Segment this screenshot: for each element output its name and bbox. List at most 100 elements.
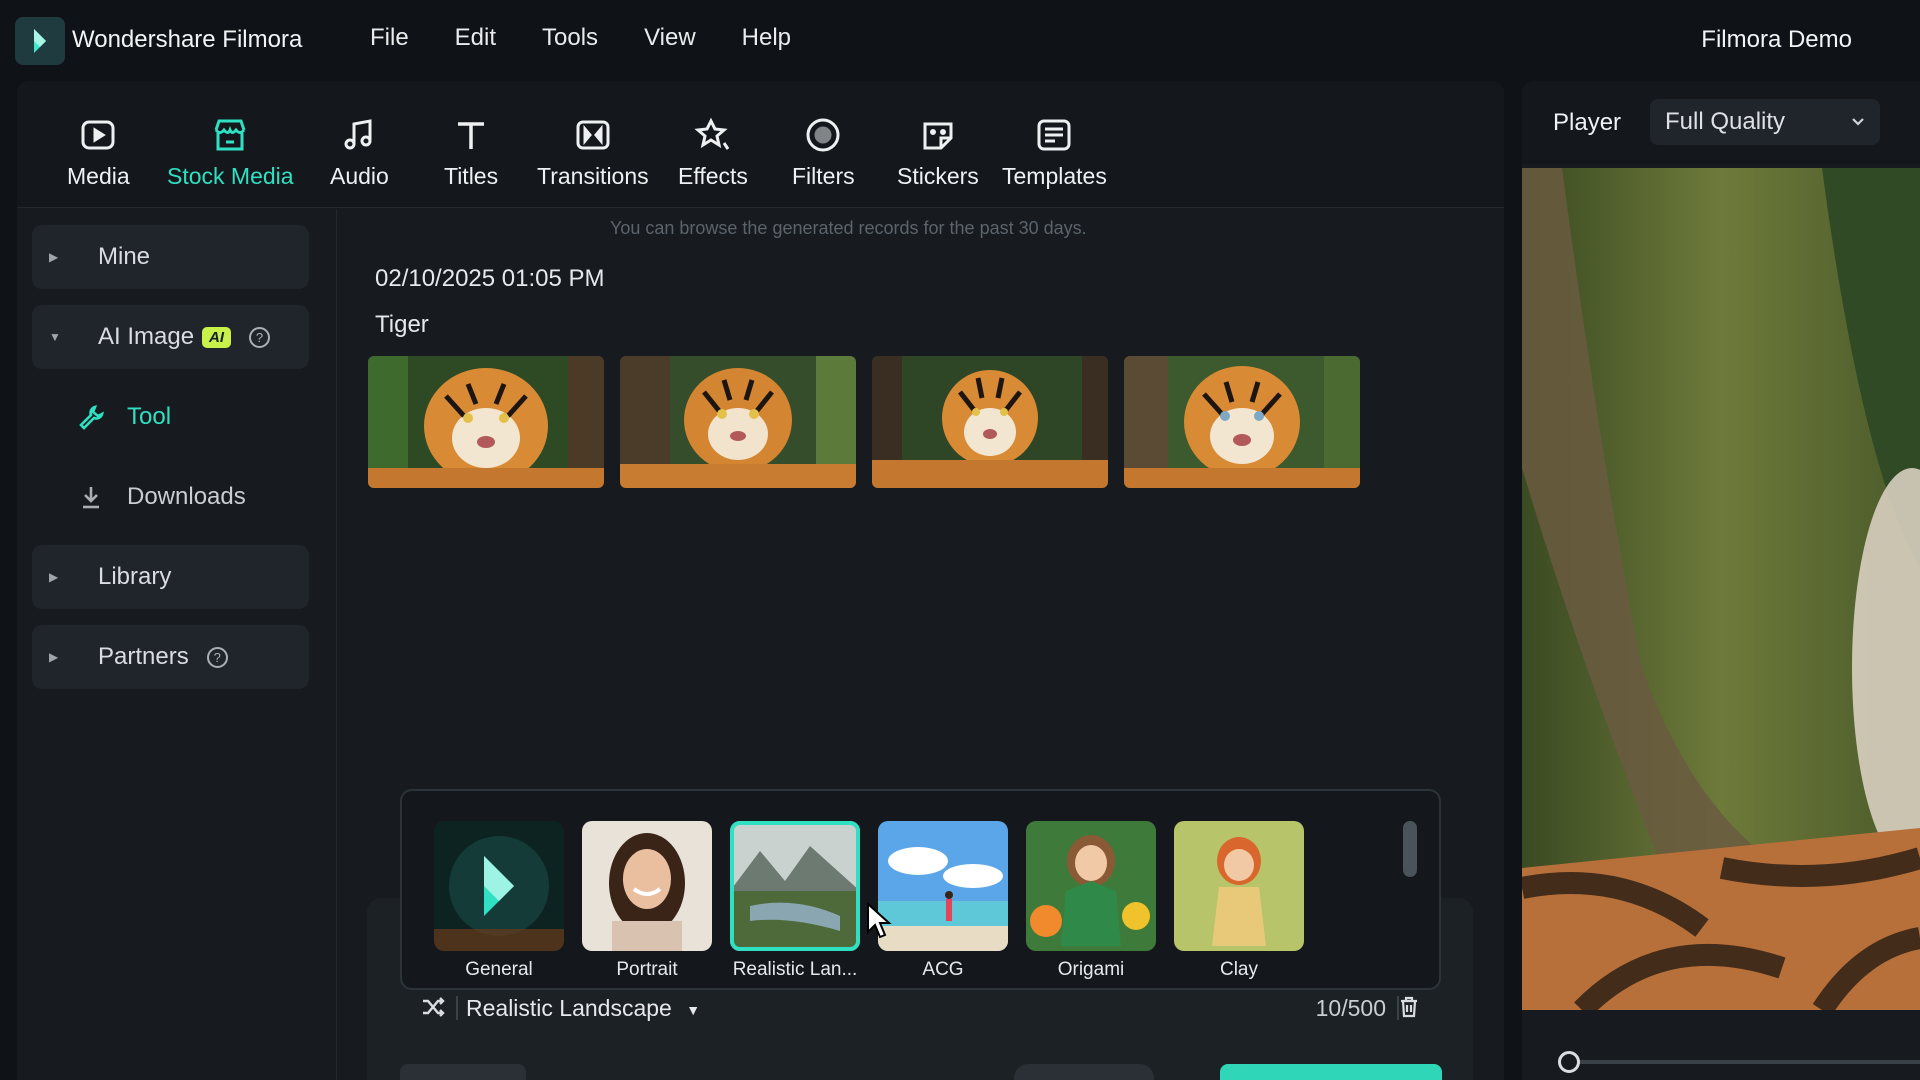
tab-label: Transitions [537,163,649,189]
project-name: Filmora Demo [1701,26,1852,53]
tab-stock-media[interactable]: Stock Media [167,115,294,190]
style-clay[interactable]: Clay [1174,821,1304,981]
generated-image[interactable] [872,356,1108,488]
style-thumbnail [582,821,712,951]
tab-titles[interactable]: Titles [444,115,498,190]
style-thumbnail [878,821,1008,951]
playback-scrubber[interactable] [1562,1060,1920,1064]
style-label: General [465,959,533,980]
sidebar-item-mine[interactable]: ▶ Mine [32,225,309,289]
sidebar-item-ai-image[interactable]: ▼ AI Image AI? [32,305,309,369]
style-realistic-landscape[interactable]: Realistic Lan... [730,821,860,981]
generate-button[interactable] [1220,1064,1442,1080]
transitions-icon [573,115,613,155]
tab-effects[interactable]: Effects [678,115,748,190]
shuffle-icon[interactable] [420,994,446,1020]
caret-right-icon: ▶ [49,650,59,664]
player-label: Player [1553,109,1622,136]
sidebar: ▶ Mine ▼ AI Image AI? Tool Downloads ▶ Li… [17,209,337,1080]
style-label: Origami [1057,959,1125,980]
media-icon [78,115,118,155]
quality-value: Full Quality [1665,108,1786,135]
menu-view[interactable]: View [644,24,696,52]
style-label: Portrait [616,959,678,980]
style-acg[interactable]: ACG [878,821,1008,981]
generated-image[interactable] [1124,356,1360,488]
style-general[interactable]: General [434,821,564,981]
app-name: Wondershare Filmora [72,26,303,53]
menu-help[interactable]: Help [742,24,791,52]
tab-label: Filters [792,163,855,189]
filmora-logo-icon [15,17,65,65]
style-scrollbar[interactable] [1403,821,1417,877]
tab-label: Audio [330,163,389,189]
tab-media[interactable]: Media [67,115,130,190]
secondary-button[interactable] [400,1064,526,1080]
style-portrait[interactable]: Portrait [582,821,712,981]
prompt-title: Tiger [375,311,429,338]
caret-right-icon: ▶ [49,570,59,584]
style-thumbnail [1174,821,1304,951]
tab-label: Effects [678,163,748,189]
sidebar-item-partners-row: Partners? [98,643,228,671]
sidebar-item-partners[interactable]: ▶ Partners? [32,625,309,689]
generation-timestamp: 02/10/2025 01:05 PM [375,265,605,292]
trash-icon[interactable] [1397,995,1421,1019]
sidebar-item-label: Tool [127,403,172,430]
tab-label: Media [67,163,130,189]
sidebar-item-label: Partners [98,643,189,670]
mouse-cursor-icon [867,902,892,939]
tab-label: Stock Media [167,163,294,189]
sidebar-item-label: Library [98,563,172,590]
style-dropdown-value: Realistic Landscape [466,995,672,1021]
text-t-icon [451,115,491,155]
help-icon[interactable]: ? [206,647,228,669]
tab-templates[interactable]: Templates [1002,115,1107,190]
sidebar-item-downloads[interactable]: Downloads [77,483,246,511]
quality-dropdown[interactable]: Full Quality [1650,99,1880,145]
history-hint: You can browse the generated records for… [610,218,1087,238]
generated-image[interactable] [368,356,604,488]
wrench-icon [79,405,105,430]
style-thumbnail [1026,821,1156,951]
divider [456,996,458,1020]
tab-label: Titles [444,163,499,189]
generated-image[interactable] [620,356,856,488]
tab-stickers[interactable]: Stickers [897,115,979,190]
templates-icon [1034,115,1074,155]
video-preview[interactable] [1522,168,1920,1010]
style-bar: Realistic Landscape ▼ 10/500 [400,990,1441,1026]
download-icon [83,487,99,509]
style-origami[interactable]: Origami [1026,821,1156,981]
dropdown-caret-icon: ▼ [686,1001,701,1018]
media-toolbar: Media Stock Media Audio Titles Transitio… [17,81,1504,208]
sidebar-item-library[interactable]: ▶ Library [32,545,309,609]
scrubber-handle[interactable] [1558,1051,1580,1073]
sidebar-item-label: Downloads [127,483,246,510]
sidebar-item-label: AI Image [98,323,195,350]
player-panel: Player Full Quality [1522,81,1920,1080]
tab-audio[interactable]: Audio [330,115,389,190]
ai-badge: AI [202,327,232,349]
tab-filters[interactable]: Filters [792,115,855,190]
help-icon[interactable]: ? [249,327,271,349]
menu-edit[interactable]: Edit [455,24,496,52]
menu-bar: File Edit Tools View Help [370,24,837,52]
tab-transitions[interactable]: Transitions [537,115,649,190]
music-note-icon [339,115,379,155]
tab-label: Templates [1002,163,1107,189]
style-picker: General Portrait Realistic Lan... ACG Or… [400,789,1441,990]
credits-indicator [1014,1064,1154,1080]
sidebar-item-label: Mine [98,243,151,270]
char-count: 10/500 [1315,995,1386,1021]
style-thumbnail [434,821,564,951]
caret-down-icon: ▼ [49,330,61,344]
menu-file[interactable]: File [370,24,409,52]
style-thumbnail [730,821,860,951]
tab-label: Stickers [897,163,979,189]
style-dropdown[interactable]: Realistic Landscape ▼ [466,995,700,1022]
sidebar-item-tool[interactable]: Tool [77,403,171,431]
menu-tools[interactable]: Tools [542,24,598,52]
sidebar-item-ai-image-row: AI Image AI? [98,323,271,351]
title-bar: Wondershare Filmora File Edit Tools View… [0,0,1920,80]
